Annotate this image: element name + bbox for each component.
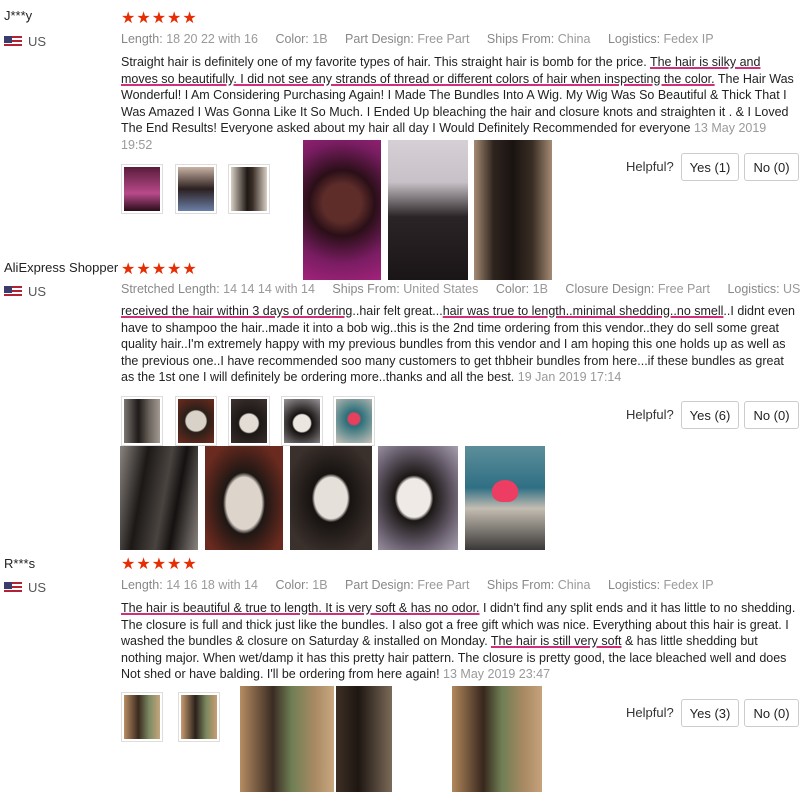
- review-thumbnail[interactable]: [175, 164, 217, 214]
- sku-info: Stretched Length: 14 14 14 with 14 Ships…: [121, 282, 800, 296]
- helpful-yes-button[interactable]: Yes (3): [681, 699, 739, 727]
- review-thumbnail[interactable]: [121, 692, 163, 742]
- helpful-no-button[interactable]: No (0): [744, 699, 799, 727]
- review-thumbnail[interactable]: [175, 396, 217, 446]
- star-rating: ★★★★★: [121, 556, 198, 573]
- review-photo[interactable]: [378, 446, 458, 550]
- review-thumbnail[interactable]: [121, 396, 163, 446]
- country-label: US: [28, 34, 47, 49]
- sku-info: Length: 14 16 18 with 14 Color: 1B Part …: [121, 578, 714, 592]
- reviewer-country: US: [4, 284, 46, 299]
- us-flag-icon: [4, 285, 22, 298]
- review-thumbnail[interactable]: [333, 396, 375, 446]
- reviewer-country: US: [4, 34, 46, 49]
- review-photo[interactable]: [336, 686, 392, 792]
- review-photo[interactable]: [388, 140, 468, 280]
- us-flag-icon: [4, 581, 22, 594]
- review-photo[interactable]: [290, 446, 372, 550]
- star-rating: ★★★★★: [121, 10, 198, 27]
- review-text: Straight hair is definitely one of my fa…: [121, 55, 794, 152]
- review-thumbnail[interactable]: [228, 396, 270, 446]
- helpful-no-button[interactable]: No (0): [744, 153, 799, 181]
- reviewer-name: AliExpress Shopper: [4, 260, 119, 275]
- review-date: 13 May 2019 23:47: [443, 667, 551, 681]
- review-photo[interactable]: [303, 140, 381, 280]
- country-label: US: [28, 580, 47, 595]
- star-rating: ★★★★★: [121, 261, 198, 278]
- review-date: 19 Jan 2019 17:14: [517, 370, 622, 384]
- helpful-label: Helpful?: [626, 705, 674, 720]
- reviewer-name: R***s: [4, 556, 36, 571]
- helpful-label: Helpful?: [626, 407, 674, 422]
- sku-info: Length: 18 20 22 with 16 Color: 1B Part …: [121, 32, 714, 46]
- review-photo[interactable]: [205, 446, 283, 550]
- country-label: US: [28, 284, 47, 299]
- review-photo[interactable]: [465, 446, 545, 550]
- reviewer-name: J***y: [4, 8, 33, 23]
- review-thumbnail[interactable]: [121, 164, 163, 214]
- review-thumbnail[interactable]: [281, 396, 323, 446]
- helpful-yes-button[interactable]: Yes (1): [681, 153, 739, 181]
- heart-sticker-icon: [492, 480, 518, 502]
- review-thumbnail[interactable]: [228, 164, 270, 214]
- helpful-yes-button[interactable]: Yes (6): [681, 401, 739, 429]
- us-flag-icon: [4, 35, 22, 48]
- review-photo[interactable]: [474, 140, 552, 280]
- review-photo[interactable]: [240, 686, 334, 792]
- review-text: received the hair within 3 days of order…: [121, 304, 795, 384]
- review-text: The hair is beautiful & true to length. …: [121, 601, 796, 681]
- review-photo[interactable]: [120, 446, 198, 550]
- review-photo[interactable]: [452, 686, 542, 792]
- review-thumbnail[interactable]: [178, 692, 220, 742]
- helpful-no-button[interactable]: No (0): [744, 401, 799, 429]
- reviewer-country: US: [4, 580, 46, 595]
- helpful-label: Helpful?: [626, 159, 674, 174]
